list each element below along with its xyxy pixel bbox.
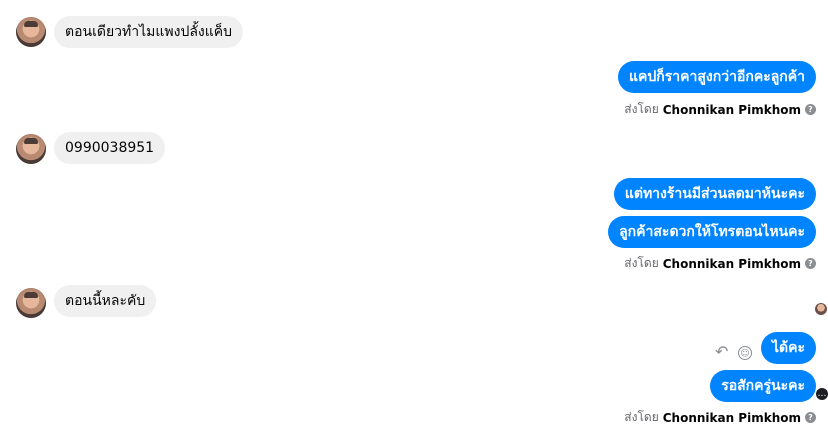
outgoing-message[interactable]: ได้คะ xyxy=(760,332,816,364)
outgoing-message[interactable]: แต่ทางร้านมีส่วนลดมาห้นะคะ xyxy=(613,178,816,210)
sent-by-prefix: ส่งโดย xyxy=(624,410,659,424)
incoming-message[interactable]: 0990038951 xyxy=(54,132,166,164)
outgoing-message[interactable]: ลูกค้าสะดวกให้โทรตอนไหนคะ xyxy=(608,216,816,248)
incoming-message[interactable]: ตอนเดียวทำไมแพงปลั้งแค็บ xyxy=(54,16,244,48)
sender-name: Chonnikan Pimkhom xyxy=(662,410,801,425)
sender-name: Chonnikan Pimkhom xyxy=(662,256,801,271)
contact-avatar[interactable] xyxy=(16,17,46,47)
contact-avatar[interactable] xyxy=(16,134,46,164)
sent-by-label: ส่งโดย Chonnikan Pimkhom ? xyxy=(624,254,816,273)
incoming-message[interactable]: ตอนนี้หละคับ xyxy=(54,285,157,317)
question-circle-icon[interactable]: ? xyxy=(805,412,816,423)
sent-by-prefix: ส่งโดย xyxy=(624,256,659,270)
smile-icon[interactable]: ☺ xyxy=(738,346,752,360)
sent-by-label: ส่งโดย Chonnikan Pimkhom ? xyxy=(624,408,816,427)
sent-by-prefix: ส่งโดย xyxy=(624,102,659,116)
question-circle-icon[interactable]: ? xyxy=(805,104,816,115)
more-icon[interactable]: … xyxy=(816,388,828,400)
outgoing-message[interactable]: แคปก็ราคาสูงกว่าอีกคะลูกค้า xyxy=(618,61,816,93)
sent-by-label: ส่งโดย Chonnikan Pimkhom ? xyxy=(624,100,816,119)
question-circle-icon[interactable]: ? xyxy=(805,258,816,269)
seen-avatar-icon xyxy=(815,303,827,315)
contact-avatar[interactable] xyxy=(16,288,46,318)
outgoing-message[interactable]: รอสักครู่นะคะ xyxy=(710,370,816,402)
sender-name: Chonnikan Pimkhom xyxy=(662,102,801,117)
reply-icon[interactable]: ↶ xyxy=(715,344,733,360)
